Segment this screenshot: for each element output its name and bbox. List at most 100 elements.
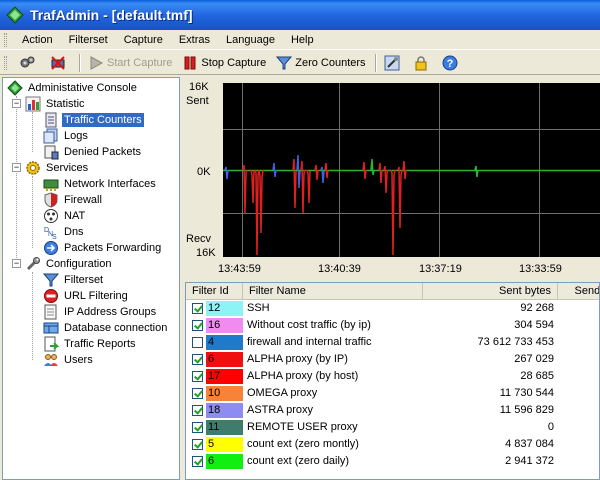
toolbar-grip[interactable]: [4, 56, 7, 70]
tree-item-network-interfaces[interactable]: Network Interfaces: [43, 176, 158, 192]
table-row[interactable]: 12 SSH 92 268 0: [186, 300, 599, 317]
menu-action[interactable]: Action: [14, 30, 61, 50]
tree-item-nat-label: NAT: [64, 210, 86, 222]
services-collapse-toggle[interactable]: −: [12, 163, 21, 172]
graph-time-label-4: 13:33:59: [519, 263, 562, 275]
help-button[interactable]: ?: [438, 52, 465, 74]
table-row[interactable]: 6 ALPHA proxy (by IP) 267 029 0: [186, 351, 599, 368]
filter-enabled-checkbox[interactable]: [192, 320, 203, 331]
tree-item-url-filtering-label: URL Filtering: [64, 290, 128, 302]
filter-enabled-checkbox[interactable]: [192, 337, 203, 348]
filter-enabled-checkbox[interactable]: [192, 405, 203, 416]
filter-enabled-checkbox[interactable]: [192, 422, 203, 433]
table-row[interactable]: 6 count ext (zero daily) 2 941 372 0: [186, 453, 599, 470]
tree-item-filterset-label: Filterset: [64, 274, 104, 286]
filter-id-cell: 12: [186, 300, 243, 317]
tree-item-statistic[interactable]: Statistic: [25, 96, 87, 112]
traffic-reports-icon: [44, 336, 59, 352]
tree-item-traffic-reports[interactable]: Traffic Reports: [43, 336, 138, 352]
column-header-filter-name[interactable]: Filter Name: [243, 283, 423, 300]
table-row[interactable]: 10 OMEGA proxy 11 730 544 0: [186, 385, 599, 402]
menu-language[interactable]: Language: [218, 30, 283, 50]
sent-bytes-cell: 4 837 084: [505, 438, 554, 450]
filter-enabled-checkbox[interactable]: [192, 303, 203, 314]
tree-item-filterset[interactable]: Filterset: [43, 272, 105, 288]
filter-enabled-checkbox[interactable]: [192, 439, 203, 450]
tree-item-users[interactable]: Users: [43, 352, 95, 368]
tree-item-nat[interactable]: NAT: [43, 208, 87, 224]
tree-line: [32, 176, 33, 248]
users-icon: [44, 354, 58, 366]
menu-capture[interactable]: Capture: [116, 30, 171, 50]
filter-color-swatch: 6: [206, 454, 243, 469]
filter-name-cell: count ext (zero montly): [247, 438, 359, 450]
tree-item-packets-forwarding[interactable]: Packets Forwarding: [43, 240, 163, 256]
tree-item-firewall-label: Firewall: [64, 194, 102, 206]
lock-button[interactable]: [409, 52, 436, 74]
tree-item-url-filtering[interactable]: URL Filtering: [43, 288, 130, 304]
start-capture-label: Start Capture: [107, 56, 173, 69]
tools-icon: [384, 55, 400, 70]
filter-id-cell: 17: [186, 368, 243, 385]
lock-icon: [415, 55, 427, 70]
table-row[interactable]: 4 firewall and internal traffic 73 612 733…: [186, 334, 599, 351]
firewall-shield-icon: [44, 192, 58, 208]
menu-extras[interactable]: Extras: [171, 30, 218, 50]
table-row[interactable]: 5 count ext (zero montly) 4 837 084 0: [186, 436, 599, 453]
tree-item-firewall[interactable]: Firewall: [43, 192, 104, 208]
settings-button[interactable]: [14, 52, 43, 74]
table-row[interactable]: 18 ASTRA proxy 11 596 829 0: [186, 402, 599, 419]
tools-button[interactable]: [380, 52, 407, 74]
menu-filterset[interactable]: Filterset: [61, 30, 116, 50]
sent-bytes-cell: 267 029: [514, 353, 554, 365]
tree-item-dns[interactable]: D N S Dns: [43, 224, 86, 240]
filter-enabled-checkbox[interactable]: [192, 456, 203, 467]
graph-top-value: 16K: [189, 81, 209, 93]
tree-item-traffic-counters[interactable]: Traffic Counters: [43, 112, 144, 128]
menu-grip[interactable]: [4, 33, 7, 47]
disconnect-button[interactable]: [45, 52, 74, 74]
tree-item-traffic-reports-label: Traffic Reports: [64, 338, 136, 350]
column-header-sent-bytes[interactable]: Sent bytes: [423, 283, 558, 300]
menu-help[interactable]: Help: [283, 30, 322, 50]
tree-root[interactable]: Administative Console: [7, 80, 139, 96]
menu-bar: Action Filterset Capture Extras Language…: [0, 30, 600, 50]
tree-item-services[interactable]: Services: [25, 160, 90, 176]
denied-packets-icon: [44, 145, 59, 160]
table-row[interactable]: 17 ALPHA proxy (by host) 28 685 0: [186, 368, 599, 385]
filter-enabled-checkbox[interactable]: [192, 388, 203, 399]
start-capture-button[interactable]: Start Capture: [84, 52, 176, 74]
statistic-collapse-toggle[interactable]: −: [12, 99, 21, 108]
filter-color-swatch: 16: [206, 318, 243, 333]
table-row[interactable]: 16 Without cost traffic (by ip) 304 594 0: [186, 317, 599, 334]
filter-enabled-checkbox[interactable]: [192, 354, 203, 365]
tree-item-statistic-label: Statistic: [46, 98, 85, 110]
tree-item-dns-label: Dns: [64, 226, 84, 238]
table-row[interactable]: 11 REMOTE USER proxy 00: [186, 419, 599, 436]
tree-line: [32, 112, 33, 152]
services-gear-icon: [26, 161, 40, 175]
filter-id-cell: 16: [186, 317, 243, 334]
tree-item-database-connection[interactable]: Database connection: [43, 320, 169, 336]
network-card-icon: [43, 179, 59, 191]
tree-item-services-label: Services: [46, 162, 89, 174]
tree-item-denied-packets[interactable]: Denied Packets: [43, 144, 143, 160]
tree-item-traffic-counters-label: Traffic Counters: [62, 113, 144, 127]
configuration-collapse-toggle[interactable]: −: [12, 259, 21, 268]
dns-icon: D N S: [44, 227, 57, 240]
stop-capture-button[interactable]: Stop Capture: [178, 52, 270, 74]
column-header-filter-id[interactable]: Filter Id: [186, 283, 243, 300]
tree-item-logs[interactable]: Logs: [43, 128, 90, 144]
bar-chart-icon: [25, 96, 41, 112]
tree-item-configuration[interactable]: Configuration: [25, 256, 113, 272]
logs-icon: [43, 128, 58, 144]
column-header-send-bps[interactable]: Send bps: [558, 283, 599, 300]
filter-name-cell: OMEGA proxy: [247, 387, 318, 399]
tree-item-users-label: Users: [64, 354, 93, 366]
sent-bytes-cell: 304 594: [514, 319, 554, 331]
filter-enabled-checkbox[interactable]: [192, 371, 203, 382]
toolbar: Start Capture Stop Capture Zero Counters…: [0, 51, 600, 75]
zero-counters-button[interactable]: Zero Counters: [272, 52, 369, 74]
tree-item-ip-address-groups[interactable]: IP Address Groups: [43, 304, 158, 320]
ip-address-groups-icon: [44, 304, 57, 320]
